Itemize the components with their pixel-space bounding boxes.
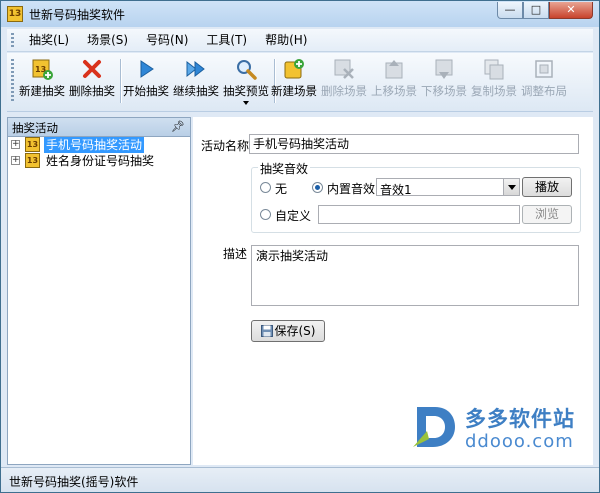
preview-lottery-button[interactable]: 抽奖预览 bbox=[221, 55, 271, 107]
sound-select[interactable]: 音效1 bbox=[376, 178, 520, 197]
activity-name-label: 活动名称 bbox=[201, 139, 250, 153]
copy-scene-button[interactable]: 复制场景 bbox=[469, 55, 519, 107]
pin-icon[interactable]: 📌︎ bbox=[171, 120, 185, 133]
app-window: 13 世新号码抽奖软件 — □ ✕ 抽奖(L) 场景(S) 号码(N) 工具(T… bbox=[0, 0, 600, 493]
browse-button[interactable]: 浏览 bbox=[522, 205, 572, 224]
adjust-layout-label: 调整布局 bbox=[521, 84, 567, 98]
window-controls: — □ ✕ bbox=[497, 2, 593, 20]
expand-icon[interactable]: + bbox=[11, 140, 20, 149]
site-url: ddooo.com bbox=[465, 431, 574, 452]
move-down-scene-button[interactable]: 下移场景 bbox=[419, 55, 469, 107]
status-text: 世新号码抽奖(摇号)软件 bbox=[9, 475, 139, 489]
activity-panel-header: 抽奖活动 📌︎ bbox=[8, 118, 190, 137]
new-scene-label: 新建场景 bbox=[271, 84, 317, 98]
close-button[interactable]: ✕ bbox=[549, 2, 593, 19]
tree-item-label[interactable]: 姓名身份证号码抽奖 bbox=[44, 153, 156, 169]
tree-item-id-lottery[interactable]: + 13 姓名身份证号码抽奖 bbox=[8, 153, 190, 169]
radio-builtin[interactable] bbox=[312, 182, 323, 193]
play-icon bbox=[140, 60, 154, 78]
move-up-icon bbox=[385, 60, 403, 79]
window-title: 世新号码抽奖软件 bbox=[29, 8, 126, 22]
lottery-node-icon: 13 bbox=[25, 153, 40, 168]
menu-scene[interactable]: 场景(S) bbox=[78, 30, 137, 50]
title-bar[interactable]: 13 世新号码抽奖软件 — □ ✕ bbox=[1, 1, 599, 27]
continue-lottery-label: 继续抽奖 bbox=[173, 84, 219, 98]
chevron-down-icon[interactable] bbox=[503, 179, 519, 195]
activity-name-input[interactable]: 手机号码抽奖活动 bbox=[249, 134, 579, 154]
new-scene-icon bbox=[284, 59, 304, 79]
radio-custom-label[interactable]: 自定义 bbox=[275, 207, 311, 224]
new-lottery-label: 新建抽奖 bbox=[19, 84, 65, 98]
save-button[interactable]: 保存(S) bbox=[251, 320, 325, 342]
copy-scene-label: 复制场景 bbox=[471, 84, 517, 98]
menu-lottery[interactable]: 抽奖(L) bbox=[20, 30, 78, 50]
tree-item-phone-lottery[interactable]: + 13 手机号码抽奖活动 bbox=[8, 137, 190, 153]
adjust-layout-button[interactable]: 调整布局 bbox=[519, 55, 569, 107]
menu-bar: 抽奖(L) 场景(S) 号码(N) 工具(T) 帮助(H) bbox=[7, 29, 593, 52]
start-lottery-button[interactable]: 开始抽奖 bbox=[121, 55, 171, 107]
continue-icon bbox=[186, 60, 205, 78]
delete-scene-label: 删除场景 bbox=[321, 84, 367, 98]
menu-grip[interactable] bbox=[11, 33, 14, 47]
site-name: 多多软件站 bbox=[465, 407, 575, 431]
app-logo-icon: 13 bbox=[7, 6, 23, 22]
radio-none[interactable] bbox=[260, 182, 271, 193]
save-button-label: 保存(S) bbox=[274, 324, 316, 338]
delete-icon bbox=[83, 60, 101, 78]
menu-help[interactable]: 帮助(H) bbox=[256, 30, 316, 50]
layout-icon bbox=[535, 60, 553, 78]
new-lottery-icon: 13 bbox=[32, 59, 53, 80]
site-watermark: 多多软件站 ddooo.com bbox=[413, 401, 593, 461]
maximize-button[interactable]: □ bbox=[523, 2, 549, 19]
new-lottery-button[interactable]: 13 新建抽奖 bbox=[17, 55, 67, 107]
radio-builtin-label[interactable]: 内置音效 bbox=[327, 180, 375, 197]
move-up-scene-label: 上移场景 bbox=[371, 84, 417, 98]
toolbar-grip[interactable] bbox=[11, 59, 14, 103]
delete-lottery-button[interactable]: 删除抽奖 bbox=[67, 55, 117, 107]
sound-groupbox: 抽奖音效 无 内置音效 音效1 播放 自定义 浏览 bbox=[251, 160, 581, 233]
delete-lottery-label: 删除抽奖 bbox=[69, 84, 115, 98]
minimize-button[interactable]: — bbox=[497, 2, 523, 19]
tree-item-label[interactable]: 手机号码抽奖活动 bbox=[44, 137, 145, 153]
lottery-node-icon: 13 bbox=[25, 137, 40, 152]
preview-lottery-label: 抽奖预览 bbox=[223, 84, 269, 98]
start-lottery-label: 开始抽奖 bbox=[123, 84, 169, 98]
toolbar: 13 新建抽奖 删除抽奖 开始抽奖 继续抽奖 抽奖预览 新建场景 删除场景 上移… bbox=[7, 53, 593, 112]
move-down-icon bbox=[435, 59, 453, 79]
copy-scene-icon bbox=[484, 59, 504, 80]
new-scene-button[interactable]: 新建场景 bbox=[269, 55, 319, 107]
menu-tools[interactable]: 工具(T) bbox=[197, 30, 256, 50]
save-icon bbox=[260, 325, 273, 337]
play-sound-button[interactable]: 播放 bbox=[522, 177, 572, 197]
activity-panel-title: 抽奖活动 bbox=[12, 121, 58, 135]
radio-custom[interactable] bbox=[260, 209, 271, 220]
sound-select-value: 音效1 bbox=[380, 183, 412, 197]
move-down-scene-label: 下移场景 bbox=[421, 84, 467, 98]
custom-sound-path-input[interactable] bbox=[318, 205, 520, 224]
delete-scene-button[interactable]: 删除场景 bbox=[319, 55, 369, 107]
site-logo-icon bbox=[413, 407, 455, 447]
sound-group-title: 抽奖音效 bbox=[258, 160, 311, 177]
description-label: 描述 bbox=[223, 247, 248, 261]
continue-lottery-button[interactable]: 继续抽奖 bbox=[171, 55, 221, 107]
description-textarea[interactable]: 演示抽奖活动 bbox=[251, 245, 579, 306]
expand-icon[interactable]: + bbox=[11, 156, 20, 165]
chevron-down-icon[interactable] bbox=[243, 101, 249, 105]
radio-none-label[interactable]: 无 bbox=[275, 180, 287, 197]
activity-panel: 抽奖活动 📌︎ + 13 手机号码抽奖活动 + 13 姓名身份证号码抽奖 bbox=[7, 117, 191, 465]
magnifier-icon bbox=[237, 60, 257, 80]
status-bar: 世新号码抽奖(摇号)软件 bbox=[1, 467, 599, 492]
menu-number[interactable]: 号码(N) bbox=[137, 30, 197, 50]
delete-scene-icon bbox=[334, 59, 354, 79]
move-up-scene-button[interactable]: 上移场景 bbox=[369, 55, 419, 107]
